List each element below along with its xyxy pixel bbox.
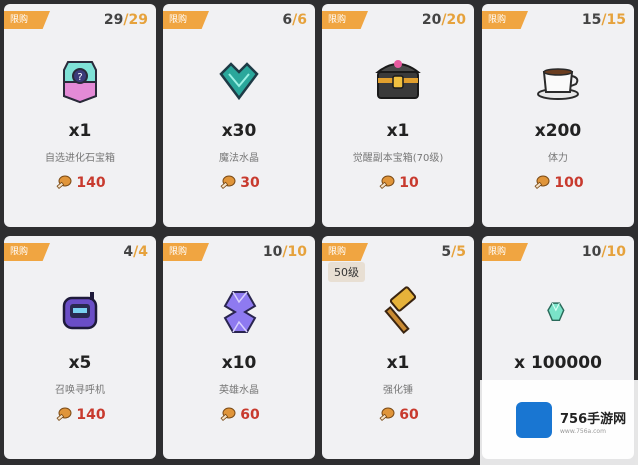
- coffee-cup-icon: [537, 68, 579, 100]
- drumstick-icon: [56, 175, 72, 190]
- drumstick-icon: [220, 175, 236, 190]
- watermark-url: www.756a.com: [560, 428, 606, 435]
- stock-count: 5/5: [441, 244, 466, 260]
- stock-count: 10/10: [581, 244, 626, 260]
- limit-tag: 限购: [4, 243, 50, 261]
- item-name: 强化锤: [383, 385, 413, 396]
- item-price: 140: [4, 406, 156, 424]
- limit-tag: 限购: [163, 11, 209, 29]
- limit-tag: 限购: [322, 11, 368, 29]
- item-price: 60: [322, 406, 474, 424]
- shop-card[interactable]: 限购 20/20 x1 觉醒副本宝箱(70级) 10: [322, 4, 474, 227]
- site-logo-icon: [516, 402, 552, 438]
- svg-text:?: ?: [77, 72, 82, 83]
- item-quantity: x5: [68, 353, 92, 373]
- item-name: 英雄水晶: [219, 385, 259, 396]
- forge-hammer-icon: [384, 286, 417, 335]
- stock-count: 29/29: [103, 12, 148, 28]
- stock-count: 10/10: [262, 244, 307, 260]
- watermark: 756手游网 www.756a.com: [480, 380, 638, 465]
- watermark-brand: 756手游网: [560, 412, 627, 427]
- item-price: 60: [163, 406, 315, 424]
- item-name: 魔法水晶: [219, 153, 259, 164]
- shop-card[interactable]: 限购 4/4 x5 召唤寻呼机 140: [4, 236, 156, 459]
- item-name: 召唤寻呼机: [55, 385, 105, 396]
- gem-shard-icon: [547, 302, 565, 321]
- stock-count: 4/4: [123, 244, 148, 260]
- magic-crystal-icon: [219, 62, 259, 101]
- shop-card[interactable]: 限购 15/15 x200 体力 100: [482, 4, 634, 227]
- item-name: 觉醒副本宝箱(70级): [352, 153, 444, 164]
- limit-tag: 限购: [163, 243, 209, 261]
- item-quantity: x10: [221, 353, 257, 373]
- shop-card[interactable]: 限购 6/6 x30 魔法水晶 30: [163, 4, 315, 227]
- item-quantity: x200: [534, 121, 582, 141]
- item-quantity: x 100000: [514, 353, 602, 373]
- limit-tag: 限购: [4, 11, 50, 29]
- limit-tag: 限购: [482, 243, 528, 261]
- limit-tag: 限购: [322, 243, 368, 261]
- evolution-stone-chest-icon: ?: [63, 61, 97, 104]
- drumstick-icon: [379, 175, 395, 190]
- drumstick-icon: [56, 407, 72, 422]
- item-name: 体力: [548, 153, 568, 164]
- limit-tag: 限购: [482, 11, 528, 29]
- summon-pager-icon: [62, 292, 98, 330]
- shop-card[interactable]: 限购 29/29 ? x1 自选进化石宝箱 140: [4, 4, 156, 227]
- level-badge: 50级: [328, 262, 365, 282]
- item-quantity: x1: [386, 353, 410, 373]
- item-name: 自选进化石宝箱: [45, 153, 115, 164]
- drumstick-icon: [534, 175, 550, 190]
- drumstick-icon: [220, 407, 236, 422]
- drumstick-icon: [379, 407, 395, 422]
- item-price: 140: [4, 174, 156, 192]
- item-price: 10: [322, 174, 474, 192]
- item-quantity: x30: [221, 121, 257, 141]
- stock-count: 6/6: [282, 12, 307, 28]
- stock-count: 20/20: [421, 12, 466, 28]
- stock-count: 15/15: [581, 12, 626, 28]
- awaken-chest-icon: [375, 60, 421, 99]
- shop-card[interactable]: 限购 10/10 x10 英雄水晶 60: [163, 236, 315, 459]
- item-price: 30: [163, 174, 315, 192]
- item-price: 100: [482, 174, 634, 192]
- item-quantity: x1: [386, 121, 410, 141]
- hero-crystal-icon: [223, 291, 257, 333]
- item-quantity: x1: [68, 121, 92, 141]
- shop-card[interactable]: 限购 5/5 50级 x1 强化锤 60: [322, 236, 474, 459]
